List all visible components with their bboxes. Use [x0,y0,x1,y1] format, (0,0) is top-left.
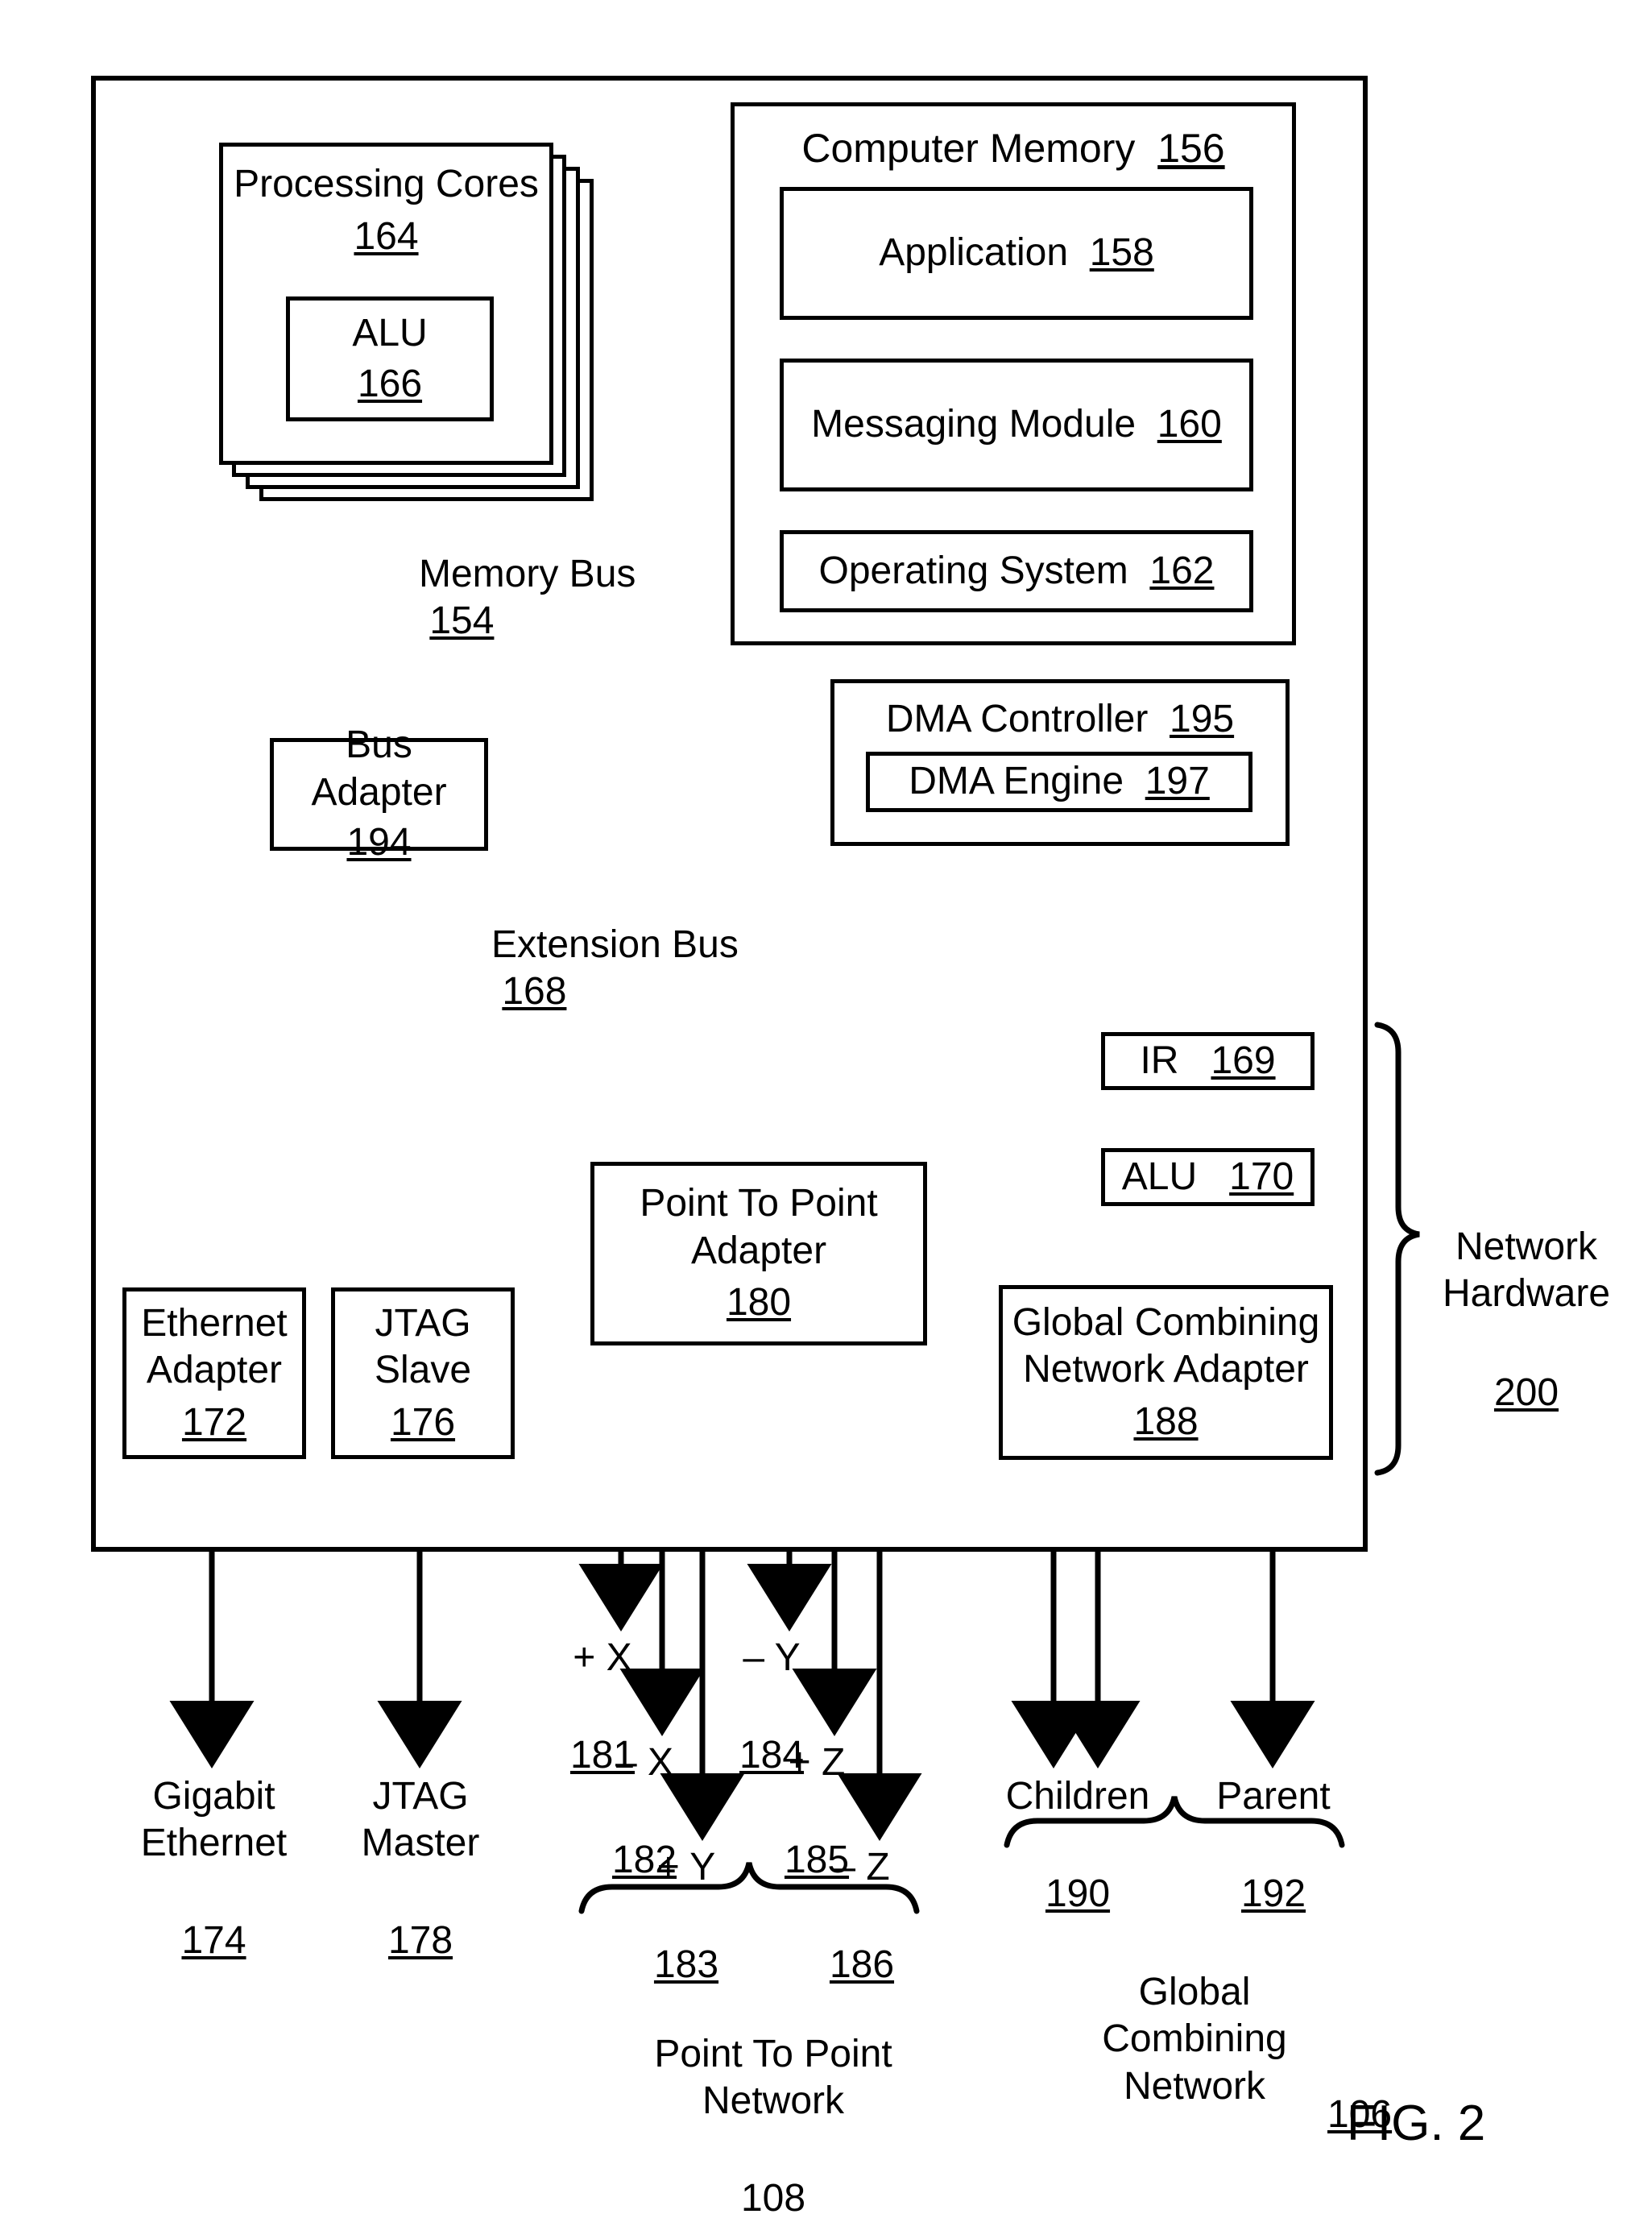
processing-cores-ref: 164 [354,214,419,258]
computer-memory-label: Computer Memory [801,126,1136,171]
ethernet-adapter-ref: 172 [181,1400,247,1444]
point-to-point-network-label-block: Point To Point Network 108 [628,1984,918,2214]
alu-170-label: ALU [1121,1155,1198,1198]
messaging-module-label: Messaging Module [811,403,1137,446]
memory-bus-label-row: Memory Bus 154 [419,504,757,645]
ethernet-adapter-box[interactable]: Ethernet Adapter 172 [122,1287,306,1459]
application-title-row: Application 158 [879,230,1154,277]
ir-ref: 169 [1211,1039,1276,1082]
axis-plus-x-label: + X [573,1636,632,1679]
p2p-adapter-title: Point To Point Adapter [640,1182,878,1272]
dma-engine-box[interactable]: DMA Engine 197 [866,752,1252,812]
point-to-point-network-label: Point To Point Network [654,2032,892,2123]
children-label: Children [1005,1774,1150,1818]
alu-166-ref: 166 [357,362,423,405]
alu-170-title-row: ALU 170 [1122,1154,1294,1201]
figure-caption: FIG. 2 [1347,2096,1486,2151]
global-combining-network-label-block: Global Combining Network [1062,1922,1327,2204]
gigabit-ethernet-ref: 174 [181,1919,246,1963]
jtag-slave-ref: 176 [390,1400,456,1444]
axis-plus-z-label: + Z [788,1740,846,1784]
extension-bus-label-row: Extension Bus 168 [491,874,838,1016]
alu-166-title: ALU [352,311,428,354]
ethernet-adapter-title: Ethernet Adapter [141,1301,288,1392]
patent-figure-2: Compute Node 152 Processing Cores 164 AL… [0,0,1652,2214]
jtag-master-ref: 178 [387,1919,453,1963]
alu-170-box[interactable]: ALU 170 [1101,1148,1315,1206]
bus-adapter-box[interactable]: Bus Adapter 194 [270,723,488,864]
axis-minus-z-label: – Z [834,1845,890,1889]
ir-label: IR [1140,1039,1179,1082]
dma-engine-title-row: DMA Engine 197 [909,758,1210,806]
parent-ref: 192 [1240,1872,1306,1915]
messaging-module-ref: 160 [1157,403,1222,446]
application-label: Application [879,231,1069,275]
gigabit-ethernet-label: Gigabit Ethernet [140,1774,288,1865]
jtag-slave-title: JTAG Slave [374,1301,472,1392]
children-ref: 190 [1045,1872,1111,1915]
messaging-module-title-row: Messaging Module 160 [811,401,1222,449]
global-combining-network-label: Global Combining Network [1102,1970,1287,2108]
application-box[interactable]: Application 158 [780,187,1253,320]
dma-controller-ref: 195 [1170,698,1235,740]
axis-minus-z-ref: 186 [829,1942,895,1986]
alu-170-ref: 170 [1229,1155,1294,1198]
memory-bus-label: Memory Bus [419,552,636,595]
gcn-adapter-ref: 188 [1133,1399,1199,1443]
point-to-point-adapter-box[interactable]: Point To Point Adapter 180 [590,1162,927,1345]
network-hardware-label-block: Network Hardware 200 [1426,1176,1627,1464]
extension-bus-ref: 168 [502,970,567,1014]
alu-166-box[interactable]: ALU 166 [286,296,494,421]
application-ref: 158 [1089,231,1154,275]
network-hardware-ref: 200 [1493,1371,1559,1415]
jtag-master-label: JTAG Master [361,1774,480,1865]
dma-controller-title-row: DMA Controller 195 [886,696,1234,744]
ir-title-row: IR 169 [1140,1038,1275,1085]
gcn-adapter-title: Global Combining Network Adapter [1012,1300,1320,1391]
point-to-point-network-ref: 108 [740,2177,806,2214]
messaging-module-box[interactable]: Messaging Module 160 [780,359,1253,491]
operating-system-ref: 162 [1149,549,1215,592]
computer-memory-title-row: Computer Memory 156 [801,124,1224,173]
axis-plus-y-ref: 183 [653,1942,719,1986]
operating-system-title-row: Operating System 162 [819,548,1215,595]
bus-adapter-title: Bus Adapter [311,723,447,814]
ir-box[interactable]: IR 169 [1101,1032,1315,1090]
axis-plus-y-label: + Y [656,1845,716,1889]
jtag-slave-box[interactable]: JTAG Slave 176 [331,1287,515,1459]
extension-bus-label: Extension Bus [491,922,739,966]
dma-engine-label: DMA Engine [909,760,1124,803]
operating-system-box[interactable]: Operating System 162 [780,530,1253,612]
gigabit-ethernet-label-block: Gigabit Ethernet 174 [115,1726,313,2012]
network-hardware-label: Network Hardware [1442,1225,1611,1316]
jtag-master-label-block: JTAG Master 178 [325,1726,516,2012]
computer-memory-ref: 156 [1157,126,1225,171]
operating-system-label: Operating System [818,549,1128,592]
global-combining-network-adapter-box[interactable]: Global Combining Network Adapter 188 [999,1285,1333,1460]
processing-cores-title: Processing Cores [234,163,539,205]
parent-label: Parent [1216,1774,1331,1818]
bus-adapter-ref: 194 [346,821,412,864]
memory-bus-ref: 154 [429,599,495,643]
axis-minus-y-label: – Y [743,1636,801,1679]
p2p-adapter-ref: 180 [726,1281,792,1325]
axis-minus-x-label: – X [615,1740,674,1784]
dma-engine-ref: 197 [1145,760,1210,803]
dma-controller-label: DMA Controller [885,698,1149,740]
